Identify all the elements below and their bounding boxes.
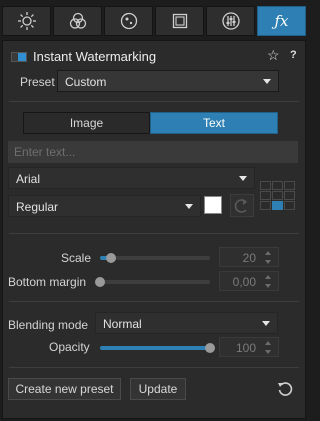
font-style-value: Regular <box>16 200 59 214</box>
update-button[interactable]: Update <box>130 378 186 400</box>
font-style-dropdown[interactable]: Regular <box>8 195 201 217</box>
watermark-text-field[interactable]: Enter text... <box>8 141 298 163</box>
stepper-arrows-icon[interactable] <box>265 251 273 264</box>
reset-icon <box>278 382 293 396</box>
tab-light[interactable] <box>2 6 51 36</box>
opacity-value: 100 <box>235 341 256 355</box>
scale-number-field[interactable]: 20 <box>219 247 279 267</box>
font-family-value: Arial <box>16 172 41 186</box>
opacity-number-field[interactable]: 100 <box>219 337 279 357</box>
reset-button[interactable] <box>276 380 294 398</box>
tab-adjust[interactable] <box>206 6 255 36</box>
opacity-slider-fill <box>100 346 210 350</box>
star-icon[interactable]: ☆ <box>267 47 280 64</box>
opacity-slider-handle[interactable] <box>205 343 215 353</box>
scale-label: Scale <box>61 251 92 265</box>
opacity-slider[interactable] <box>100 343 215 353</box>
rotate-icon <box>234 199 247 213</box>
position-grid[interactable] <box>258 179 298 213</box>
scale-value: 20 <box>242 251 256 265</box>
blending-mode-value: Normal <box>103 317 142 331</box>
update-label: Update <box>138 382 178 396</box>
bottom-margin-label: Bottom margin <box>8 275 87 289</box>
watermark-panel: Instant Watermarking ☆ ? Preset Custom I… <box>2 40 306 419</box>
preset-dropdown[interactable]: Custom <box>57 70 279 92</box>
text-placeholder: Enter text... <box>14 145 76 159</box>
tab-effects[interactable]: ƒx <box>257 6 306 36</box>
mode-image-label: Image <box>69 116 104 130</box>
create-new-preset-button[interactable]: Create new preset <box>8 378 121 400</box>
chevron-down-icon <box>185 204 193 209</box>
scale-slider-handle[interactable] <box>106 253 116 263</box>
tab-detail[interactable] <box>104 6 153 36</box>
divider <box>9 367 299 368</box>
divider <box>9 301 299 302</box>
tab-color[interactable] <box>53 6 102 36</box>
vignette-circle-icon <box>120 12 137 30</box>
font-color-swatch[interactable] <box>204 196 222 214</box>
blending-mode-label: Blending mode <box>8 318 89 332</box>
chevron-down-icon <box>262 321 270 326</box>
divider <box>9 233 299 234</box>
mode-text-label: Text <box>202 116 225 130</box>
stepper-arrows-icon[interactable] <box>265 341 273 354</box>
bottom-margin-value: 0,00 <box>232 275 256 289</box>
opacity-label: Opacity <box>49 340 90 354</box>
font-family-dropdown[interactable]: Arial <box>8 167 255 189</box>
tab-frames[interactable] <box>155 6 204 36</box>
scale-slider[interactable] <box>100 253 210 263</box>
position-grid-icon <box>260 181 295 210</box>
sliders-icon <box>221 12 240 30</box>
divider <box>9 101 299 102</box>
chevron-down-icon <box>239 176 247 181</box>
preset-value: Custom <box>65 75 107 89</box>
bottom-margin-number-field[interactable]: 0,00 <box>219 271 279 291</box>
undo-arrow-button[interactable] <box>230 194 254 217</box>
color-circles-icon <box>69 12 86 29</box>
blending-mode-dropdown[interactable]: Normal <box>95 312 278 334</box>
chevron-down-icon <box>263 79 271 84</box>
mode-image-button[interactable]: Image <box>23 112 150 134</box>
create-new-preset-label: Create new preset <box>15 382 114 396</box>
layers-frame-icon <box>172 13 187 29</box>
stepper-arrows-icon[interactable] <box>265 275 273 288</box>
help-icon[interactable]: ? <box>290 49 297 61</box>
bottom-margin-slider[interactable] <box>95 277 210 287</box>
preset-label: Preset <box>20 75 55 89</box>
module-toggle[interactable] <box>11 52 27 62</box>
tool-tab-bar: ƒx <box>0 0 309 38</box>
sun-icon <box>17 12 36 30</box>
module-title: Instant Watermarking <box>33 49 157 64</box>
mode-text-button[interactable]: Text <box>150 112 278 134</box>
bottom-margin-slider-handle[interactable] <box>95 277 105 287</box>
fx-icon: ƒx <box>274 12 289 30</box>
